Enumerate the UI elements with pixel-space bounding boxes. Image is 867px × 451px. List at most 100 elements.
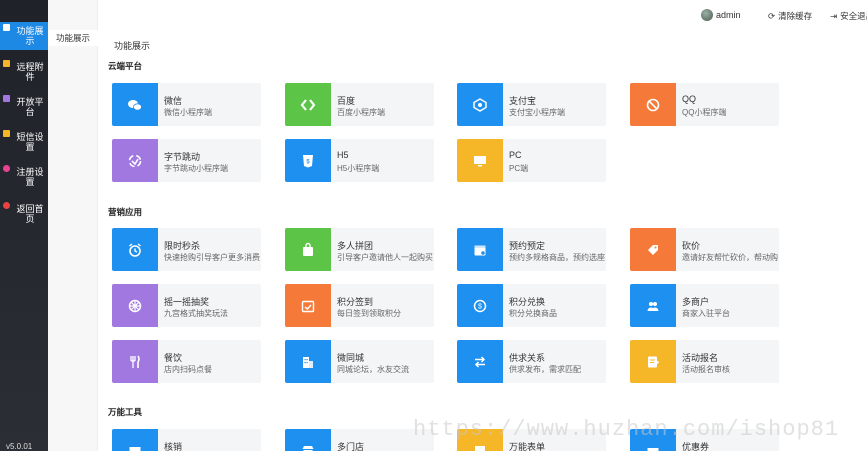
- watermark-text: https://www.huzhan.com/ishop81: [413, 417, 840, 442]
- card-title: QQ: [682, 94, 697, 104]
- clear-cache-button[interactable]: ⟳ 清除缓存: [768, 10, 812, 22]
- sidebar-item-open-platform[interactable]: 开放平台: [0, 93, 48, 121]
- sidebar-item-back-home[interactable]: 返回首页: [0, 200, 48, 228]
- card-bytedance[interactable]: 字节跳动 字节跳动小程序端: [112, 139, 261, 182]
- card-points-checkin[interactable]: 积分签到 每日签到领取积分: [285, 284, 434, 327]
- card-desc: 活动报名审核: [682, 365, 730, 374]
- home-icon: [3, 202, 10, 209]
- city-icon: [285, 340, 331, 383]
- card-title: 微同城: [337, 353, 365, 363]
- card-desc: 字节跳动小程序端: [164, 164, 228, 173]
- card-verification[interactable]: 核销: [112, 429, 261, 451]
- sidebar-item-feature-showcase[interactable]: 功能展示: [0, 22, 48, 50]
- cutlery-icon: [112, 340, 158, 383]
- verify-icon: [112, 429, 158, 451]
- card-title: PC: [509, 150, 522, 160]
- card-reservation[interactable]: 预约预定 预约多规格商品，预约选座: [457, 228, 606, 271]
- showcase-icon: [3, 24, 10, 31]
- card-desc: 快速抢购引导客户更多消费: [164, 253, 260, 262]
- sidebar-item-register-settings[interactable]: 注册设置: [0, 163, 48, 191]
- coin-icon: $: [457, 284, 503, 327]
- card-title: 核销: [164, 442, 183, 451]
- sidebar-item-label: 短信设置: [16, 132, 44, 152]
- platform-icon: [3, 95, 10, 102]
- card-multi-store[interactable]: 多门店: [285, 429, 434, 451]
- card-local-city[interactable]: 微同城 同城论坛，水友交流: [285, 340, 434, 383]
- card-title: 字节跳动: [164, 152, 201, 162]
- qq-icon: [630, 83, 676, 126]
- app-root: 功能展示 远程附件 开放平台 短信设置 注册设置 返回首页 v5.0.01 功能…: [0, 0, 867, 451]
- clear-cache-label: 清除缓存: [778, 11, 813, 21]
- sidebar-item-label: 开放平台: [16, 97, 44, 117]
- tag-icon: [630, 228, 676, 271]
- sidebar-item-sms-settings[interactable]: 短信设置: [0, 128, 48, 156]
- main-sidebar: 功能展示 远程附件 开放平台 短信设置 注册设置 返回首页 v5.0.01: [0, 0, 48, 451]
- card-desc: 百度小程序端: [337, 108, 385, 117]
- user-menu[interactable]: admin: [701, 9, 741, 21]
- svg-text:$: $: [478, 303, 482, 310]
- card-title: 积分兑换: [509, 297, 546, 307]
- alarm-icon: [112, 228, 158, 271]
- card-shake-lottery[interactable]: 摇一摇抽奖 九宫格式抽奖玩法: [112, 284, 261, 327]
- bytedance-icon: [112, 139, 158, 182]
- card-title: 积分签到: [337, 297, 374, 307]
- user-icon: [3, 165, 10, 172]
- baidu-icon: [285, 83, 331, 126]
- card-desc: 供求发布，需求匹配: [509, 365, 581, 374]
- store-icon: [285, 429, 331, 451]
- card-title: 限时秒杀: [164, 241, 201, 251]
- checkin-icon: [285, 284, 331, 327]
- card-baidu[interactable]: 百度 百度小程序端: [285, 83, 434, 126]
- form-icon: [630, 340, 676, 383]
- card-flash-sale[interactable]: 限时秒杀 快速抢购引导客户更多消费: [112, 228, 261, 271]
- section-title-tools: 万能工具: [108, 407, 143, 417]
- sidebar-item-remote-attachment[interactable]: 远程附件: [0, 58, 48, 86]
- card-desc: 同城论坛，水友交流: [337, 365, 409, 374]
- card-h5[interactable]: 5 H5 H5小程序端: [285, 139, 434, 182]
- card-desc: QQ小程序端: [682, 108, 727, 117]
- card-desc: 商家入驻平台: [682, 309, 730, 318]
- card-title: 摇一摇抽奖: [164, 297, 210, 307]
- card-title: 多人拼团: [337, 241, 374, 251]
- h5-icon: 5: [285, 139, 331, 182]
- wheel-icon: [112, 284, 158, 327]
- logout-button[interactable]: ⇥ 安全退出: [830, 10, 867, 22]
- wechat-icon: [112, 83, 158, 126]
- card-desc: PC端: [509, 164, 529, 173]
- card-title: 预约预定: [509, 241, 546, 251]
- card-group-buy[interactable]: 多人拼团 引导客户邀请他人一起购买: [285, 228, 434, 271]
- pc-icon: [457, 139, 503, 182]
- card-bargain[interactable]: 砍价 邀请好友帮忙砍价，帮动购买: [630, 228, 779, 271]
- section-title-marketing: 营销应用: [108, 207, 143, 217]
- card-title: 餐饮: [164, 353, 183, 363]
- alipay-icon: [457, 83, 503, 126]
- card-supply-demand[interactable]: 供求关系 供求发布，需求匹配: [457, 340, 606, 383]
- card-title: 活动报名: [682, 353, 719, 363]
- exchange-icon: [457, 340, 503, 383]
- card-wechat[interactable]: 微信 微信小程序端: [112, 83, 261, 126]
- card-alipay[interactable]: 支付宝 支付宝小程序端: [457, 83, 606, 126]
- sms-icon: [3, 130, 10, 137]
- breadcrumb: 功能展示: [114, 41, 151, 51]
- card-desc: 预约多规格商品，预约选座: [509, 253, 605, 262]
- card-pc[interactable]: PC PC端: [457, 139, 606, 182]
- logout-icon: ⇥: [830, 10, 838, 21]
- sidebar-item-label: 远程附件: [16, 62, 44, 82]
- attachment-icon: [3, 60, 10, 67]
- card-desc: 微信小程序端: [164, 108, 212, 117]
- card-points-exchange[interactable]: $ 积分兑换 积分兑换商品: [457, 284, 606, 327]
- merchant-icon: [630, 284, 676, 327]
- sidebar-item-label: 注册设置: [16, 167, 44, 187]
- card-desc: H5小程序端: [337, 164, 380, 173]
- calendar-icon: [457, 228, 503, 271]
- card-multi-merchant[interactable]: 多商户 商家入驻平台: [630, 284, 779, 327]
- card-title: 多门店: [337, 442, 365, 451]
- section-title-cloud: 云端平台: [108, 61, 143, 71]
- card-event-signup[interactable]: 活动报名 活动报名审核: [630, 340, 779, 383]
- subnav-item-feature-showcase[interactable]: 功能展示: [48, 30, 98, 46]
- sidebar-item-label: 返回首页: [16, 204, 44, 224]
- username: admin: [716, 10, 741, 20]
- card-catering[interactable]: 餐饮 店内扫码点餐: [112, 340, 261, 383]
- card-qq[interactable]: QQ QQ小程序端: [630, 83, 779, 126]
- card-desc: 引导客户邀请他人一起购买: [337, 253, 433, 262]
